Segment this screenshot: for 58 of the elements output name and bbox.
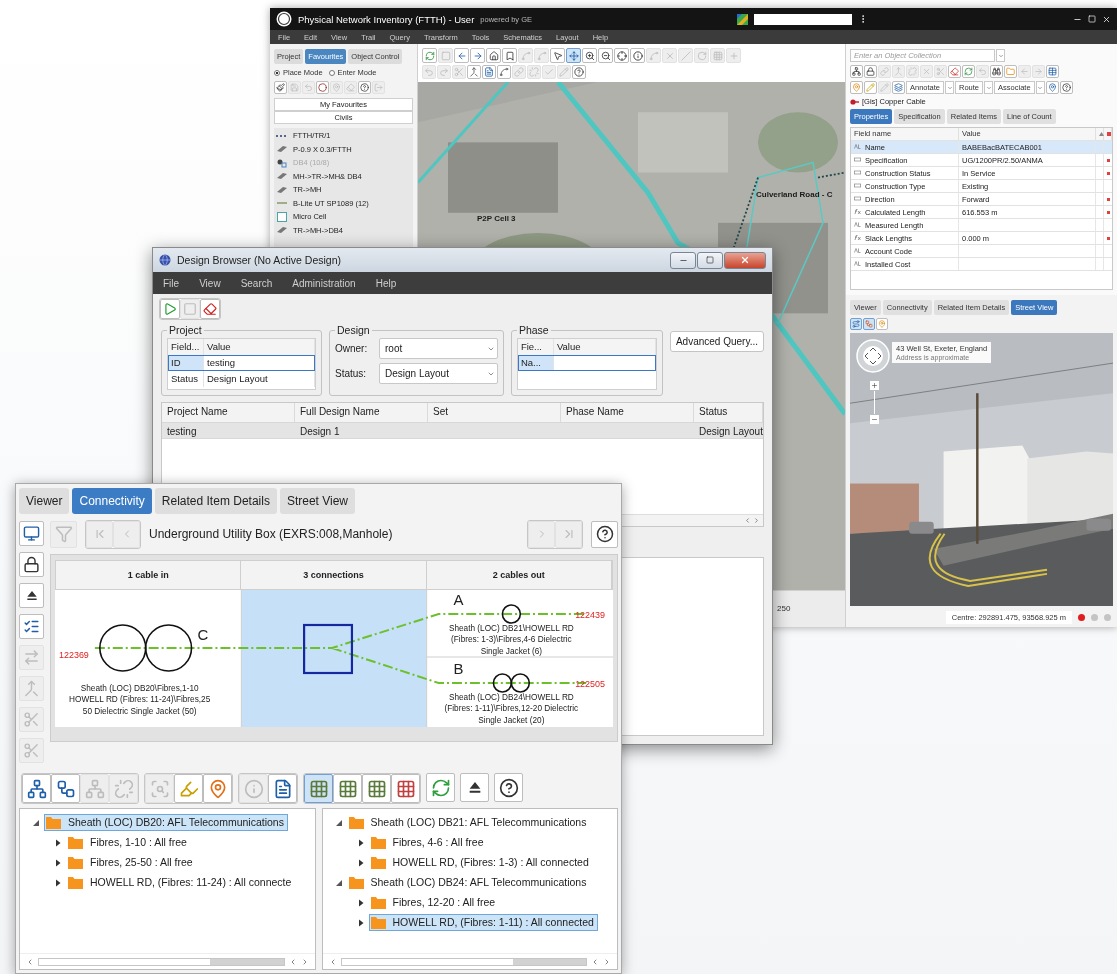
table-cell-text: Design 1 [299,425,341,439]
column-header: 1 cable in [56,561,242,589]
table-cell-text: testing [166,425,198,439]
menu-item[interactable]: File [163,277,180,289]
cable-number: 122505 [575,679,605,689]
window-title: Design Browser (No Active Design) [177,254,341,266]
column-header[interactable]: Status [694,403,763,422]
cable-number: 122369 [59,650,89,660]
tree-item[interactable]: HOWELL RD, (Fibres: 11-24) : All connecte [66,873,296,891]
tree-item[interactable]: Fibres, 1-10 : All free [66,833,191,851]
cable-letter: C [197,625,209,643]
viewer-tab[interactable]: Street View [279,488,356,514]
map-scale: 250 [777,604,791,613]
tree-item[interactable]: Fibres, 12-20 : All free [368,893,500,911]
cable-number: 122439 [575,610,605,620]
table-row[interactable]: testing Design 1 Design Layout [162,423,763,439]
column-header[interactable]: Project Name [162,403,295,422]
column-header: 2 cables out [426,561,612,589]
field-cell: Status [168,371,204,387]
table-cell-text: Design Layout [698,425,764,439]
menu-item[interactable]: Help [375,277,397,289]
dropdown-field[interactable]: root [379,338,498,359]
table-row[interactable]: ID testing [168,355,315,371]
field-label: Status: [335,368,368,379]
field-cell: Na... [517,355,554,371]
window-title: Physical Network Inventory (FTTH) - User [298,13,475,25]
menu-item[interactable]: Search [240,277,273,289]
cable-letter: A [453,590,464,608]
value-cell: Design Layout [204,371,315,387]
tree-item[interactable]: Sheath (LOC) DB20: AFL Telecommunications [44,813,288,831]
column-header: 3 connections [241,561,427,589]
viewer-tab[interactable]: Connectivity [72,488,152,514]
table-row[interactable]: Status Design Layout [168,371,315,387]
column-header[interactable]: Phase Name [561,403,694,422]
group-label: Phase [517,324,550,336]
map-label: P2P Cell 3 [477,214,516,223]
map-label: Culverland Road - C [756,190,833,199]
viewer-tab[interactable]: Related Item Details [154,488,277,514]
advanced-query-button[interactable]: Advanced Query... [669,331,764,352]
menu-item[interactable]: View [199,277,221,289]
menu-item[interactable]: Administration [292,277,356,289]
tree-item[interactable]: HOWELL RD, (Fibres: 1-3) : All connected [368,853,593,871]
group-label: Project [168,324,203,336]
tree-item[interactable]: Sheath (LOC) DB21: AFL Telecommunications [346,813,591,831]
dropdown-field[interactable]: Design Layout [379,363,498,384]
cable-letter: B [453,659,464,677]
column-header[interactable]: Full Design Name [295,403,428,422]
tree-item[interactable]: HOWELL RD, (Fibres: 1-11) : All connected [368,913,598,931]
tree-item[interactable]: Fibres, 25-50 : All free [66,853,197,871]
table-row[interactable]: Na... [517,355,656,371]
column-header[interactable]: Set [428,403,561,422]
tree-item[interactable]: Fibres, 4-6 : All free [368,833,488,851]
group-label: Design [336,324,371,336]
viewer-tab[interactable]: Viewer [19,488,70,514]
field-label: Owner: [335,343,369,354]
object-title: Underground Utility Box (EXRS:008,Manhole) [149,527,394,541]
tree-item[interactable]: Sheath (LOC) DB24: AFL Telecommunications [346,873,591,891]
field-cell: ID [168,355,204,371]
